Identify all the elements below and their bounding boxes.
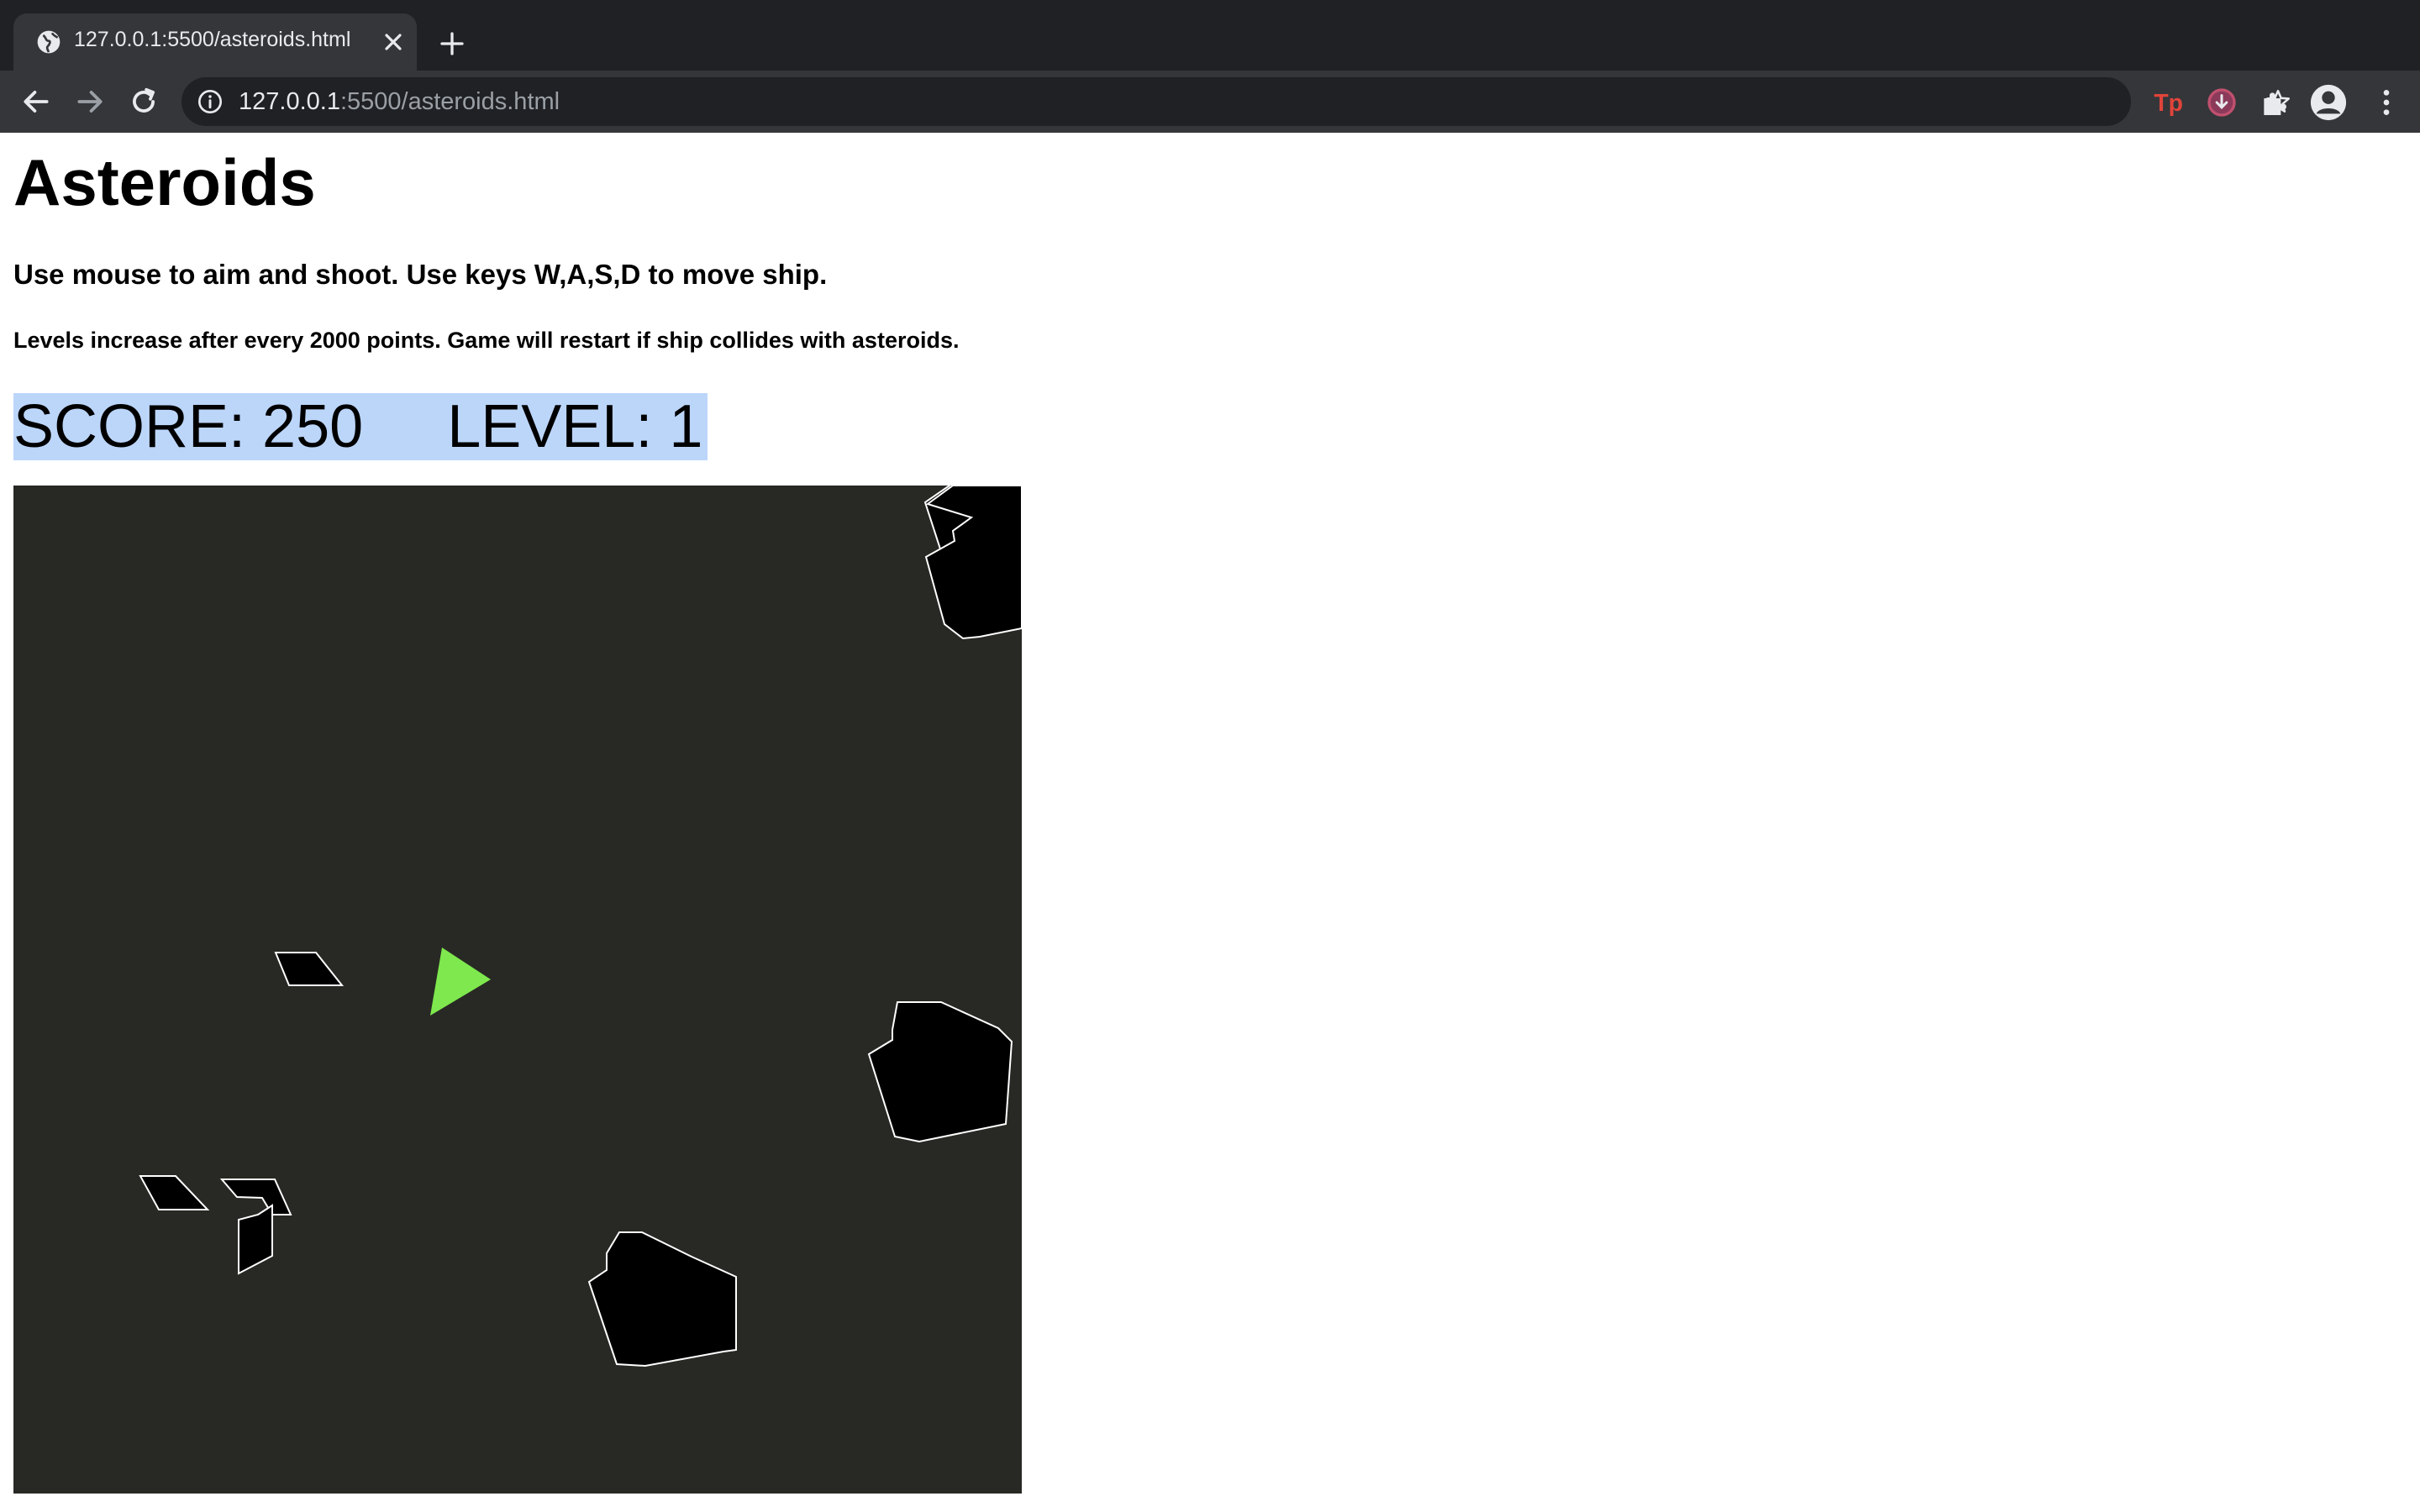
plus-icon[interactable]: [437, 29, 467, 59]
tp-extension-icon[interactable]: Tp: [2151, 86, 2185, 119]
asteroid-small: [139, 1175, 210, 1210]
instructions-text: Use mouse to aim and shoot. Use keys W,A…: [13, 259, 828, 290]
url-path: :5500/asteroids.html: [339, 88, 560, 115]
reload-icon[interactable]: [128, 86, 160, 118]
game-canvas[interactable]: [13, 486, 1022, 1494]
svg-text:Tp: Tp: [2154, 90, 2183, 117]
player-ship: [430, 948, 491, 1016]
download-extension-icon[interactable]: [2205, 86, 2238, 119]
forward-arrow-icon[interactable]: [74, 86, 106, 118]
kebab-menu-icon[interactable]: [2370, 86, 2403, 119]
info-icon[interactable]: [197, 88, 224, 115]
asteroid-large: [924, 486, 1022, 640]
browser-chrome: 127.0.0.1:5500/asteroids.html 127.0.0.1:…: [0, 0, 2420, 133]
score-level-display: SCORE: 250 LEVEL: 1: [13, 393, 708, 460]
back-arrow-icon[interactable]: [20, 86, 52, 118]
asteroid-small: [274, 952, 345, 986]
asteroid-large: [867, 1001, 1013, 1143]
asteroid-large: [587, 1231, 737, 1368]
tab-strip: 127.0.0.1:5500/asteroids.html: [0, 0, 2420, 71]
url-text[interactable]: 127.0.0.1:5500/asteroids.html: [239, 88, 560, 116]
rules-text: Levels increase after every 2000 points.…: [13, 328, 960, 353]
score-readout: SCORE: 250: [13, 393, 364, 460]
browser-toolbar: 127.0.0.1:5500/asteroids.html Tp: [0, 71, 2420, 133]
level-readout: LEVEL: 1: [447, 393, 703, 460]
address-bar[interactable]: 127.0.0.1:5500/asteroids.html: [182, 77, 2291, 126]
globe-icon: [37, 30, 60, 54]
close-icon[interactable]: [380, 29, 407, 55]
url-host: 127.0.0.1: [239, 88, 340, 115]
puzzle-icon[interactable]: [2257, 86, 2291, 119]
asteroid-small: [238, 1204, 273, 1275]
page-title: Asteroids: [13, 145, 316, 219]
tab-title: 127.0.0.1:5500/asteroids.html: [74, 28, 351, 51]
asteroid-small: [219, 1179, 292, 1215]
browser-tab[interactable]: 127.0.0.1:5500/asteroids.html: [13, 13, 417, 71]
profile-avatar-icon[interactable]: [2309, 83, 2348, 122]
page-content: Asteroids Use mouse to aim and shoot. Us…: [0, 133, 2420, 1512]
